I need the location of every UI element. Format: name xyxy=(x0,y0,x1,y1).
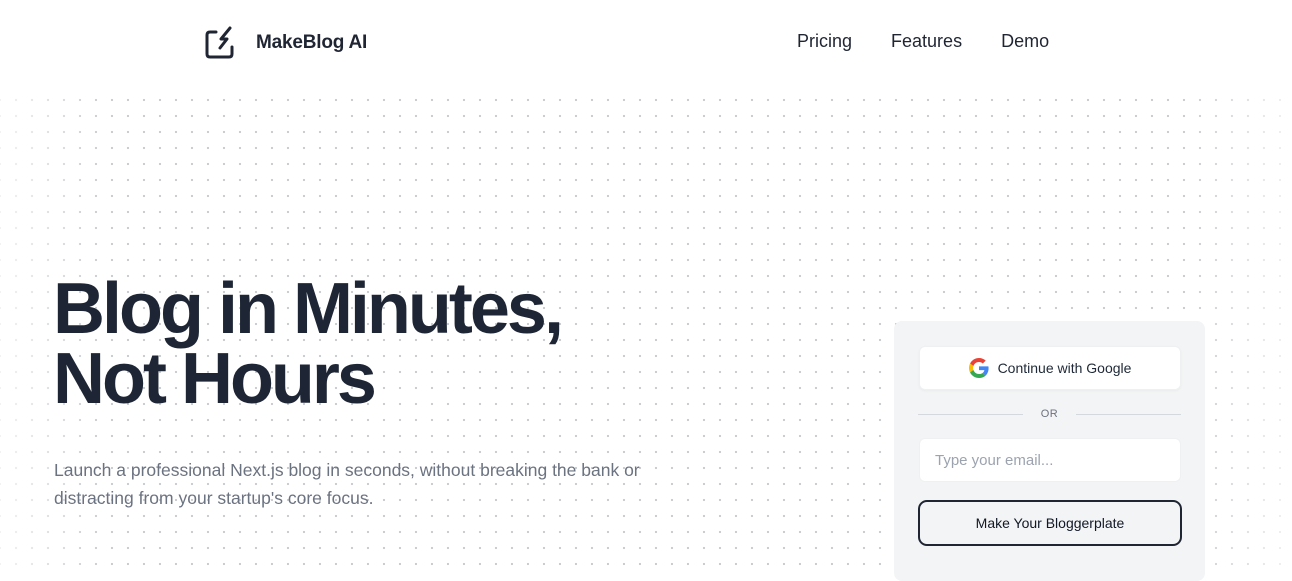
divider-line-right xyxy=(1076,413,1181,415)
bolt-window-icon xyxy=(205,26,234,59)
nav-features[interactable]: Features xyxy=(891,31,962,52)
hero-title-line1: Blog in Minutes, xyxy=(53,269,564,349)
nav-demo[interactable]: Demo xyxy=(1001,31,1049,52)
hero-subtitle: Launch a professional Next.js blog in se… xyxy=(54,460,640,508)
google-signin-button[interactable]: Continue with Google xyxy=(919,346,1181,390)
signup-card: Continue with Google OR Make Your Blogge… xyxy=(894,321,1205,581)
main-nav: Pricing Features Demo xyxy=(797,31,1049,52)
email-input[interactable] xyxy=(919,438,1181,482)
google-signin-label: Continue with Google xyxy=(997,360,1132,376)
google-g-icon xyxy=(968,358,989,378)
brand-name: MakeBlog AI xyxy=(256,32,368,53)
divider-or-text: OR xyxy=(1040,408,1059,420)
hero-title-line2: Not Hours xyxy=(53,339,377,419)
site-header: MakeBlog AI Pricing Features Demo xyxy=(0,0,1292,88)
hero-title: Blog in Minutes, Not Hours xyxy=(53,273,564,415)
make-bloggerplate-button[interactable]: Make Your Bloggerplate xyxy=(918,500,1182,546)
logo-link[interactable]: MakeBlog AI xyxy=(203,26,367,60)
divider-line-left xyxy=(918,413,1023,415)
nav-pricing[interactable]: Pricing xyxy=(797,31,852,52)
or-divider: OR xyxy=(918,407,1181,421)
